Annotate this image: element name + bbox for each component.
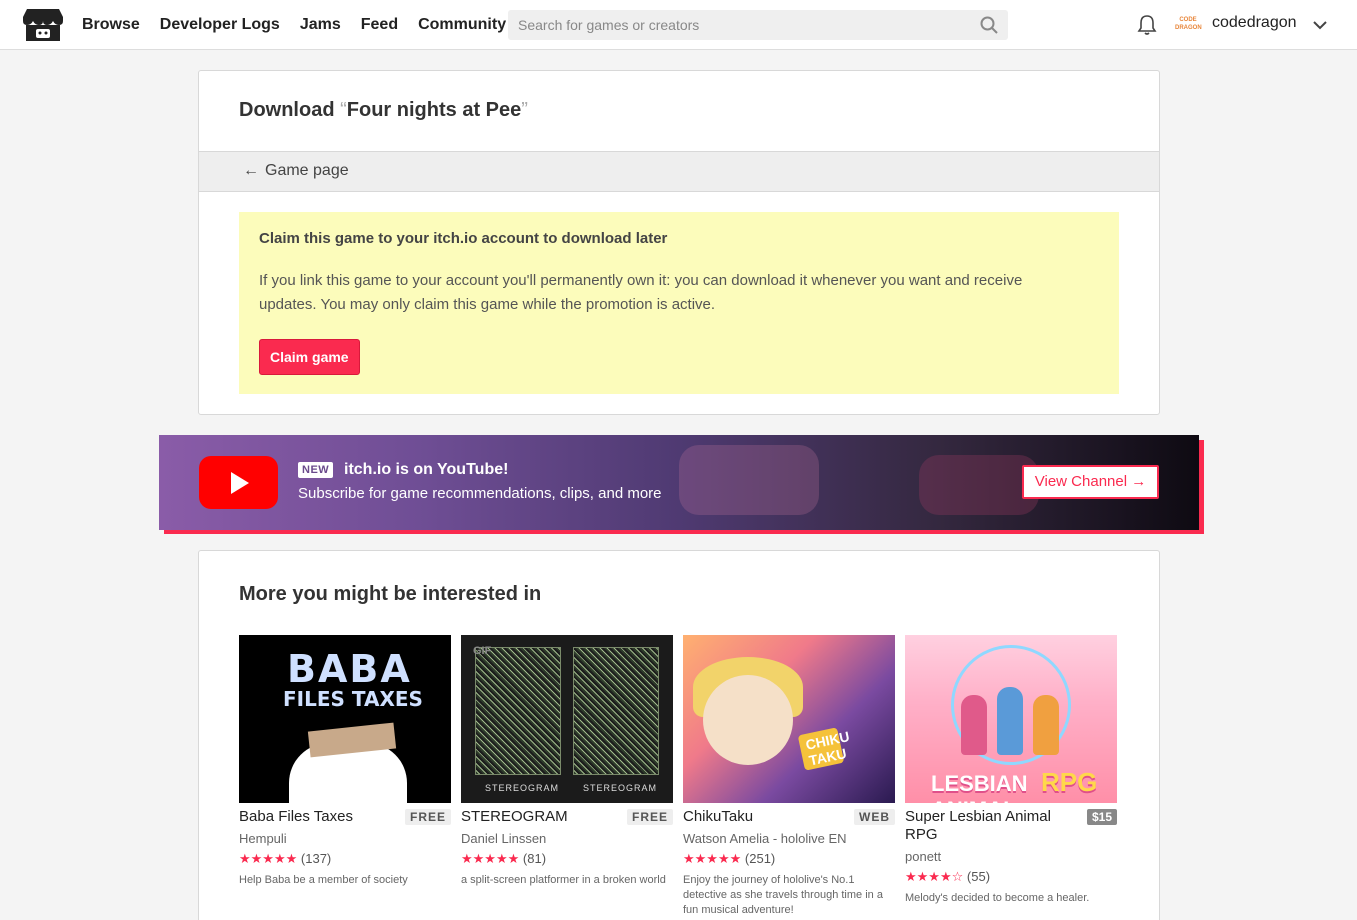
search-input[interactable] [508, 10, 968, 40]
game-thumbnail[interactable]: STEREOGRAM STEREOGRAM GIF [461, 635, 673, 803]
chevron-down-icon[interactable] [1312, 17, 1328, 33]
game-thumbnail[interactable]: CHIKU TAKU [683, 635, 895, 803]
thumbnail-label-right: STEREOGRAM [583, 783, 658, 793]
stereogram-right-art [573, 647, 659, 775]
game-thumbnail[interactable]: LESBIAN ANIMAL RPG [905, 635, 1117, 803]
game-name: Four nights at Pee [346, 99, 522, 121]
game-rating: ★★★★★ (251) [683, 851, 895, 867]
download-panel: Download “Four nights at Pee” ← Game page… [198, 70, 1160, 415]
claim-description: If you link this game to your account yo… [259, 272, 1023, 313]
price-tag: $15 [1086, 809, 1117, 825]
price-tag: FREE [404, 809, 451, 825]
game-description: Help Baba be a member of society [239, 874, 408, 886]
gif-badge: GIF [473, 645, 492, 657]
game-description: Melody's decided to become a healer. [905, 892, 1090, 904]
character-face-art [703, 675, 793, 765]
game-description: Enjoy the journey of hololive's No.1 det… [683, 874, 883, 916]
banner-background-art [679, 445, 819, 515]
thumbnail-rpg-text: RPG [1041, 767, 1098, 797]
star-rating-icon: ★★★★★ [461, 851, 520, 866]
game-description: a split-screen platformer in a broken wo… [461, 874, 666, 886]
new-badge: NEW [298, 462, 334, 478]
game-rating: ★★★★☆ (55) [905, 869, 1117, 885]
character-art [961, 695, 987, 755]
game-title[interactable]: Super Lesbian Animal RPG [905, 808, 1075, 844]
banner-title: itch.io is on YouTube! [344, 461, 509, 478]
rating-count: (137) [300, 851, 332, 866]
card-title-row: STEREOGRAM FREE [461, 808, 673, 828]
star-rating-icon: ★★★★★ [239, 851, 298, 866]
game-card: BABA FILES TAXES Baba Files Taxes FREE H… [239, 635, 451, 888]
page-title: Download “Four nights at Pee” [199, 71, 1159, 152]
thumbnail-subtitle-text: FILES TAXES [283, 687, 423, 711]
game-page-label: Game page [265, 162, 349, 179]
character-art [997, 687, 1023, 755]
view-channel-button[interactable]: View Channel → [1022, 465, 1159, 499]
thumbnail-title-text: BABA [287, 647, 412, 691]
thumbnail-label-left: STEREOGRAM [485, 783, 560, 793]
notification-bell-icon[interactable] [1137, 14, 1157, 36]
game-title[interactable]: Baba Files Taxes [239, 808, 353, 825]
youtube-banner[interactable]: NEW itch.io is on YouTube! Subscribe for… [159, 435, 1199, 530]
username[interactable]: codedragon [1212, 14, 1297, 32]
banner-subtitle: Subscribe for game recommendations, clip… [298, 485, 662, 502]
itchio-logo-icon[interactable] [23, 7, 63, 43]
game-author[interactable]: Watson Amelia - hololive EN [683, 831, 895, 846]
game-author[interactable]: Hempuli [239, 831, 451, 846]
youtube-icon [199, 456, 278, 509]
game-author[interactable]: ponett [905, 849, 1117, 864]
rating-count: (81) [522, 851, 547, 866]
search-icon[interactable] [980, 16, 998, 34]
character-art [1033, 695, 1059, 755]
game-rating: ★★★★★ (81) [461, 851, 673, 867]
game-title[interactable]: STEREOGRAM [461, 808, 568, 825]
game-thumbnail[interactable]: BABA FILES TAXES [239, 635, 451, 803]
back-arrow-icon: ← [243, 162, 259, 179]
card-title-row: Super Lesbian Animal RPG $15 [905, 808, 1117, 846]
nav-developer-logs[interactable]: Developer Logs [160, 16, 280, 34]
game-card: STEREOGRAM STEREOGRAM GIF STEREOGRAM FRE… [461, 635, 673, 888]
search-box [508, 10, 1008, 40]
nav-jams[interactable]: Jams [300, 16, 341, 34]
game-card: LESBIAN ANIMAL RPG Super Lesbian Animal … [905, 635, 1117, 906]
platform-tag: WEB [854, 809, 895, 825]
main-nav: Browse Developer Logs Jams Feed Communit… [82, 0, 506, 50]
rating-count: (251) [744, 851, 776, 866]
nav-browse[interactable]: Browse [82, 16, 140, 34]
claim-box: Claim this game to your itch.io account … [239, 212, 1119, 394]
game-rating: ★★★★★ (137) [239, 851, 451, 867]
claim-game-button[interactable]: Claim game [259, 339, 360, 375]
nav-feed[interactable]: Feed [361, 16, 398, 34]
game-title[interactable]: ChikuTaku [683, 808, 753, 825]
rating-count: (55) [966, 869, 991, 884]
banner-background-art [919, 455, 1039, 515]
card-title-row: Baba Files Taxes FREE [239, 808, 451, 828]
star-rating-icon: ★★★★★ [683, 851, 742, 866]
game-card: CHIKU TAKU ChikuTaku WEB Watson Amelia -… [683, 635, 895, 918]
claim-heading: Claim this game to your itch.io account … [259, 230, 668, 247]
stereogram-left-art [475, 647, 561, 775]
quote-close: ” [521, 99, 528, 121]
recommendations-title: More you might be interested in [239, 583, 542, 605]
avatar[interactable]: CODE DRAGON [1175, 12, 1202, 38]
nav-community[interactable]: Community [418, 16, 506, 34]
game-page-link[interactable]: ← Game page [199, 152, 1159, 192]
thumbnail-logo-text: CHIKU TAKU [797, 727, 851, 771]
title-prefix: Download [239, 99, 341, 121]
star-rating-icon: ★★★★☆ [905, 869, 964, 884]
recommendations-panel: More you might be interested in BABA FIL… [198, 550, 1160, 920]
card-title-row: ChikuTaku WEB [683, 808, 895, 828]
price-tag: FREE [626, 809, 673, 825]
game-author[interactable]: Daniel Linssen [461, 831, 673, 846]
top-header: Browse Developer Logs Jams Feed Communit… [0, 0, 1357, 50]
quote-open: “ [340, 99, 347, 121]
